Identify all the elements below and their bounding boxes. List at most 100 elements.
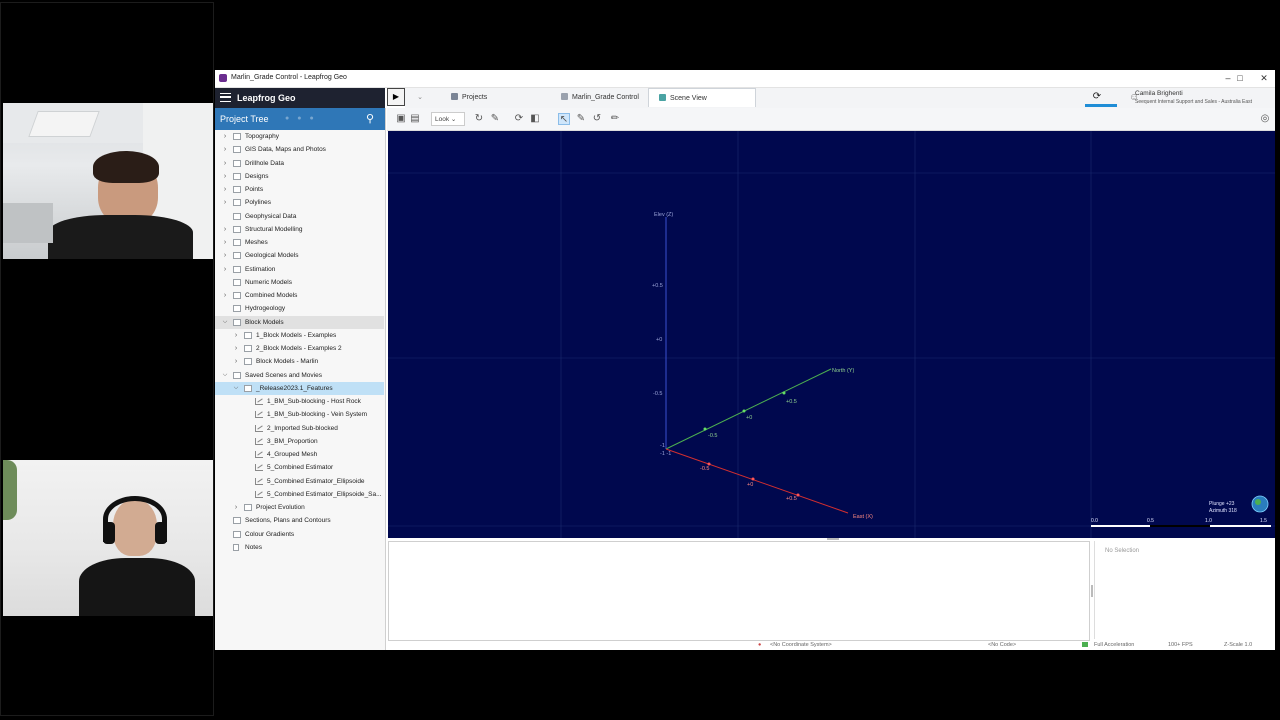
tree-item[interactable]: › Geological Models — [215, 249, 384, 262]
tree-item[interactable]: › Structural Modelling — [215, 223, 384, 236]
tree-item[interactable]: ⌵ _Release2023.1_Features — [215, 381, 384, 395]
scene-canvas: Elev (Z) +0.5 +0 -0.5 -1 -1 -1 North (Y)… — [388, 131, 1275, 538]
chevron-right-icon[interactable]: › — [221, 223, 229, 236]
tree-item[interactable]: ⌵ Saved Scenes and Movies — [215, 369, 384, 382]
tree-item[interactable]: › Points — [215, 183, 384, 196]
tab-label: Projects — [462, 94, 488, 101]
coordinate-system[interactable]: <No Coordinate System> — [770, 642, 832, 648]
tree-item[interactable]: › GIS Data, Maps and Photos — [215, 143, 384, 156]
chevron-right-icon[interactable]: › — [221, 157, 229, 170]
folder-icon — [244, 358, 252, 366]
tree-item[interactable]: › Combined Models — [215, 289, 384, 302]
tree-item[interactable]: › 2_Block Models - Examples 2 — [215, 342, 384, 355]
app-icon — [219, 74, 227, 82]
screenshot-icon[interactable]: ▣ — [395, 113, 407, 125]
chevron-right-icon[interactable]: › — [221, 143, 229, 156]
tree-item[interactable]: › Estimation — [215, 263, 384, 276]
refresh-icon[interactable]: ⟳ — [513, 113, 525, 125]
tab-project[interactable]: Marlin_Grade Control — [555, 88, 645, 107]
tab-projects[interactable]: Projects — [445, 88, 493, 107]
look-dropdown[interactable]: Look ⌄ — [431, 112, 465, 126]
chevron-right-icon[interactable]: › — [232, 329, 240, 342]
chevron-right-icon[interactable]: › — [221, 196, 229, 209]
camera-icon[interactable]: ◎ — [1259, 113, 1271, 125]
tree-item[interactable]: Colour Gradients — [215, 528, 384, 541]
tree-item[interactable]: 4_Grouped Mesh — [215, 448, 384, 461]
tree-item[interactable]: 1_BM_Sub-blocking - Vein System — [215, 408, 384, 421]
menu-icon[interactable] — [220, 93, 231, 102]
tree-item[interactable]: › Topography — [215, 130, 384, 143]
projects-icon — [451, 93, 458, 100]
select-icon[interactable]: ↖ — [558, 113, 570, 125]
tree-item[interactable]: 5_Combined Estimator_Ellipsoide — [215, 475, 384, 488]
chevron-down-icon[interactable]: ⌄ — [413, 88, 427, 107]
close-icon[interactable]: ✕ — [1257, 72, 1271, 84]
tree-item[interactable]: 5_Combined Estimator_Ellipsoide_Sa... — [215, 488, 384, 501]
scene-view[interactable]: Elev (Z) +0.5 +0 -0.5 -1 -1 -1 North (Y)… — [388, 131, 1275, 538]
y-tick: -0.5 — [708, 433, 717, 439]
chevron-right-icon[interactable]: › — [221, 289, 229, 302]
tree-item[interactable]: › Project Evolution — [215, 501, 384, 514]
play-button[interactable]: ▶ — [387, 88, 405, 106]
tree-item[interactable]: › Polylines — [215, 196, 384, 209]
tree-item[interactable]: Geophysical Data — [215, 210, 384, 223]
tree-item[interactable]: › Designs — [215, 170, 384, 183]
chevron-down-icon[interactable]: ⌵ — [221, 369, 229, 382]
tab-scene-view[interactable]: Scene View — [648, 88, 756, 107]
splitter-handle[interactable] — [1091, 585, 1093, 597]
tree-item[interactable]: › 1_Block Models - Examples — [215, 329, 384, 342]
tree-item[interactable]: Notes — [215, 541, 384, 554]
tree-item[interactable]: › Drillhole Data — [215, 157, 384, 170]
tree-item[interactable]: 2_Imported Sub-blocked — [215, 422, 384, 435]
folder-icon — [233, 159, 241, 167]
chevron-right-icon[interactable]: › — [221, 130, 229, 143]
maximize-icon[interactable]: □ — [1233, 72, 1247, 84]
tree-item-label: 2_Block Models - Examples 2 — [256, 345, 342, 352]
tree-item[interactable]: Numeric Models — [215, 276, 384, 289]
tree-tools: ●●● — [285, 115, 322, 122]
z-scale-status[interactable]: Z-Scale 1.0 — [1224, 642, 1252, 648]
project-tree-title: Project Tree — [220, 114, 269, 124]
slice-icon[interactable]: ▤ — [409, 113, 421, 125]
chevron-right-icon[interactable]: › — [221, 170, 229, 183]
user-info[interactable]: Camila Brighenti Seequent Internal Suppo… — [1135, 90, 1252, 106]
orbit-icon[interactable]: ↺ — [591, 113, 603, 125]
folder-icon — [233, 278, 241, 286]
chevron-right-icon[interactable]: › — [232, 501, 240, 514]
tree-item[interactable]: Sections, Plans and Contours — [215, 514, 384, 527]
rotate-icon[interactable]: ↻ — [473, 113, 485, 125]
tree-item[interactable]: Hydrogeology — [215, 302, 384, 315]
search-icon[interactable]: ⚲ — [366, 112, 374, 125]
project-tree-panel: Project Tree ●●● ⚲ › Topography › GIS Data,… — [215, 108, 386, 650]
scene-toolbar: ▣ ▤ Look ⌄ ↻ ✎ ⟳ ◧ ↖ ✎ ↺ ✏ ◎ — [387, 108, 1275, 131]
chevron-right-icon[interactable]: › — [221, 236, 229, 249]
chevron-right-icon[interactable]: › — [221, 249, 229, 262]
splitter-handle[interactable] — [827, 538, 839, 540]
x-tick: -0.5 — [700, 466, 709, 472]
chevron-right-icon[interactable]: › — [221, 183, 229, 196]
chevron-right-icon[interactable]: › — [232, 342, 240, 355]
tree-item[interactable]: 5_Combined Estimator — [215, 461, 384, 474]
user-org: Seequent Internal Support and Sales - Au… — [1135, 99, 1253, 105]
chevron-right-icon[interactable]: › — [221, 263, 229, 276]
tree-item[interactable]: › Block Models - Marlin — [215, 355, 384, 368]
tree-item[interactable]: 3_BM_Proportion — [215, 435, 384, 448]
measure-icon[interactable]: ✏ — [609, 113, 621, 125]
tree-item-label: Combined Models — [245, 292, 298, 299]
coordinate-icon: ● — [758, 642, 762, 648]
tree-item-label: Sections, Plans and Contours — [245, 517, 331, 525]
folder-icon — [244, 345, 252, 352]
chevron-right-icon[interactable]: › — [232, 355, 240, 368]
scale-tick: 1.5 — [1260, 518, 1267, 524]
tree-item[interactable]: › Meshes — [215, 236, 384, 249]
chevron-down-icon[interactable]: ⌵ — [221, 316, 229, 329]
code-status[interactable]: <No Code> — [988, 642, 1016, 648]
pencil-icon[interactable]: ✎ — [575, 113, 587, 125]
layout-icon[interactable]: ◧ — [529, 113, 541, 125]
tree-item[interactable]: 1_BM_Sub-blocking - Host Rock — [215, 395, 384, 408]
chevron-down-icon[interactable]: ⌵ — [232, 382, 240, 395]
tree-item[interactable]: ⌵ Block Models — [215, 315, 384, 329]
y-tick: +0 — [746, 415, 752, 421]
draw-icon[interactable]: ✎ — [489, 113, 501, 125]
tree-item-label: Designs — [245, 172, 269, 180]
